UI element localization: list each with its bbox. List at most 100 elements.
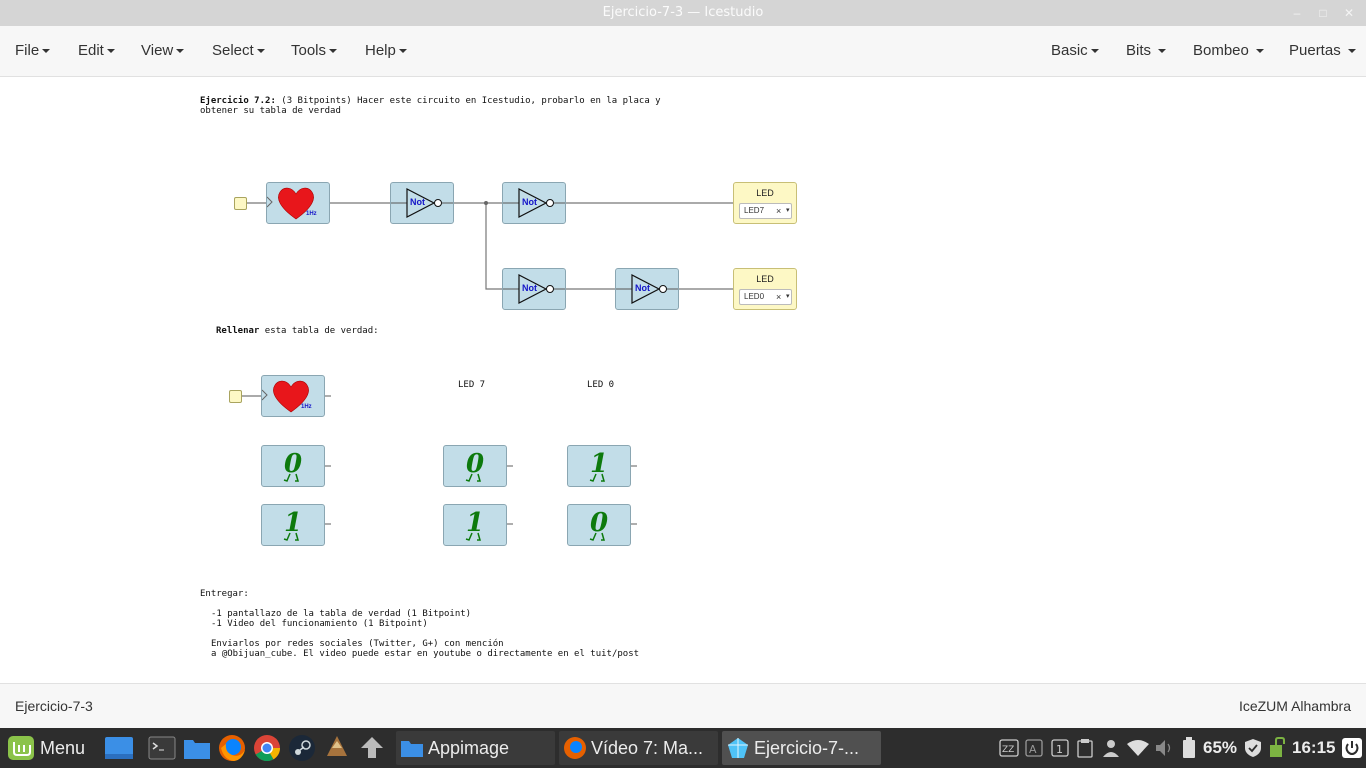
menu-view[interactable]: View [141, 26, 185, 76]
fill-bold: Rellenar [216, 326, 260, 336]
chevron-down-icon[interactable]: ▾ [786, 204, 790, 218]
led0-output-block[interactable]: LED LED0 × ▾ [733, 268, 797, 310]
volume-icon[interactable] [1155, 739, 1175, 757]
led0-value-block[interactable]: 1 [567, 445, 631, 487]
menu-file[interactable]: File [15, 26, 51, 76]
not-gate-label: Not [522, 283, 537, 293]
power-icon[interactable] [1342, 738, 1362, 758]
led7-value-block[interactable]: 0 [443, 445, 507, 487]
menu-basic-label: Basic [1051, 42, 1088, 59]
led0-value-block[interactable]: 0 [567, 504, 631, 546]
not-gate-3[interactable]: Not [502, 268, 566, 310]
led7-value-block[interactable]: 1 [443, 504, 507, 546]
led7-output-block[interactable]: LED LED7 × ▾ [733, 182, 797, 224]
user-icon[interactable] [1102, 738, 1120, 758]
menu-tools-label: Tools [291, 42, 327, 59]
menu-bits-label: Bits [1126, 42, 1152, 59]
shield-icon[interactable] [1244, 738, 1262, 758]
not-gate-4[interactable]: Not [615, 268, 679, 310]
menu-view-label: View [141, 42, 174, 59]
maximize-button[interactable]: □ [1310, 0, 1336, 26]
clock-value-block[interactable]: 1 [261, 504, 325, 546]
show-desktop-icon[interactable] [104, 735, 134, 761]
bit-legs-icon [465, 473, 481, 482]
menu-help[interactable]: Help [365, 26, 407, 76]
close-button[interactable]: ✕ [1336, 0, 1362, 26]
bit-legs-icon [465, 532, 481, 541]
bit-legs-icon [283, 473, 299, 482]
icestudio-icon [728, 738, 748, 758]
clock-input-port-2[interactable] [229, 390, 242, 403]
chevron-down-icon[interactable]: ▾ [786, 290, 790, 304]
clear-icon[interactable]: × [776, 204, 781, 218]
clock-block[interactable]: 1Hz [266, 182, 330, 224]
led7-pin-select[interactable]: LED7 × ▾ [739, 203, 792, 219]
menu-bits[interactable]: Bits [1126, 26, 1167, 76]
num-lock-icon[interactable]: 1 [1051, 739, 1069, 757]
start-menu-label: Menu [40, 738, 86, 758]
bit-legs-icon [589, 473, 605, 482]
column-led7-label: LED 7 [458, 380, 486, 390]
design-canvas[interactable]: Ejercicio 7.2: (3 Bitpoints) Hacer este … [0, 77, 1366, 683]
wifi-icon[interactable] [1127, 739, 1149, 757]
led0-pin-value: LED0 [744, 292, 765, 301]
firefox-icon[interactable] [218, 734, 246, 762]
menu-puertas-label: Puertas [1289, 42, 1341, 59]
taskbar-window-video[interactable]: Vídeo 7: Ma... [559, 731, 718, 765]
terminal-icon[interactable] [148, 736, 176, 760]
caret-down-icon [106, 49, 115, 54]
caps-lock-icon[interactable]: A [1025, 739, 1043, 757]
update-manager-icon[interactable] [1269, 737, 1289, 759]
caret-down-icon [176, 49, 185, 54]
inkscape-icon[interactable] [323, 734, 351, 762]
upload-app-icon[interactable] [358, 734, 386, 762]
junction-dot [484, 201, 488, 205]
taskbar-window-appimage[interactable]: Appimage [396, 731, 555, 765]
clock-value-block[interactable]: 0 [261, 445, 325, 487]
menu-puertas[interactable]: Puertas [1289, 26, 1356, 76]
steam-icon[interactable] [288, 734, 316, 762]
menu-select-label: Select [212, 42, 254, 59]
caret-down-icon [42, 49, 51, 54]
files-icon[interactable] [183, 736, 211, 760]
caret-down-icon [1347, 49, 1356, 54]
caret-down-icon [256, 49, 265, 54]
led0-pin-select[interactable]: LED0 × ▾ [739, 289, 792, 305]
caret-down-icon [398, 49, 407, 54]
clipboard-icon[interactable] [1077, 738, 1093, 758]
menu-basic[interactable]: Basic [1051, 26, 1099, 76]
sleep-icon[interactable]: ZZ [999, 739, 1019, 757]
chrome-icon[interactable] [253, 734, 281, 762]
fill-table-text: Rellenar esta tabla de verdad: [216, 326, 379, 336]
caret-down-icon [1090, 49, 1099, 54]
folder-icon [401, 741, 423, 757]
menu-select[interactable]: Select [212, 26, 265, 76]
clock-freq-label: 1Hz [301, 404, 312, 410]
fill-rest: esta tabla de verdad: [259, 326, 379, 336]
battery-icon[interactable] [1182, 737, 1196, 759]
firefox-icon [564, 737, 586, 759]
clock-input-port[interactable] [234, 197, 247, 210]
taskbar-window-icestudio[interactable]: Ejercicio-7-... [722, 731, 881, 765]
status-board[interactable]: IceZUM Alhambra [1239, 684, 1351, 729]
send-text-line2: a @Obijuan_cube. El video puede estar en… [211, 649, 640, 659]
clock-block-2[interactable]: 1Hz [261, 375, 325, 417]
menu-tools[interactable]: Tools [291, 26, 338, 76]
svg-text:A: A [1029, 743, 1037, 756]
clock[interactable]: 16:15 [1292, 728, 1335, 768]
clock-freq-label: 1Hz [306, 211, 317, 217]
svg-text:1: 1 [1056, 743, 1063, 756]
status-bar: Ejercicio-7-3 IceZUM Alhambra [0, 683, 1366, 729]
menu-bombeo[interactable]: Bombeo [1193, 26, 1265, 76]
caret-down-icon [1256, 49, 1265, 54]
minimize-button[interactable]: – [1284, 0, 1310, 26]
not-gate-2[interactable]: Not [502, 182, 566, 224]
clear-icon[interactable]: × [776, 290, 781, 304]
not-gate-label: Not [635, 283, 650, 293]
deliver-item: -1 pantallazo de la tabla de verdad (1 B… [211, 609, 472, 619]
caret-down-icon [1158, 49, 1167, 54]
led-block-title: LED [756, 188, 774, 198]
taskbar-window-label: Vídeo 7: Ma... [591, 738, 704, 758]
menu-edit[interactable]: Edit [78, 26, 115, 76]
not-gate-1[interactable]: Not [390, 182, 454, 224]
